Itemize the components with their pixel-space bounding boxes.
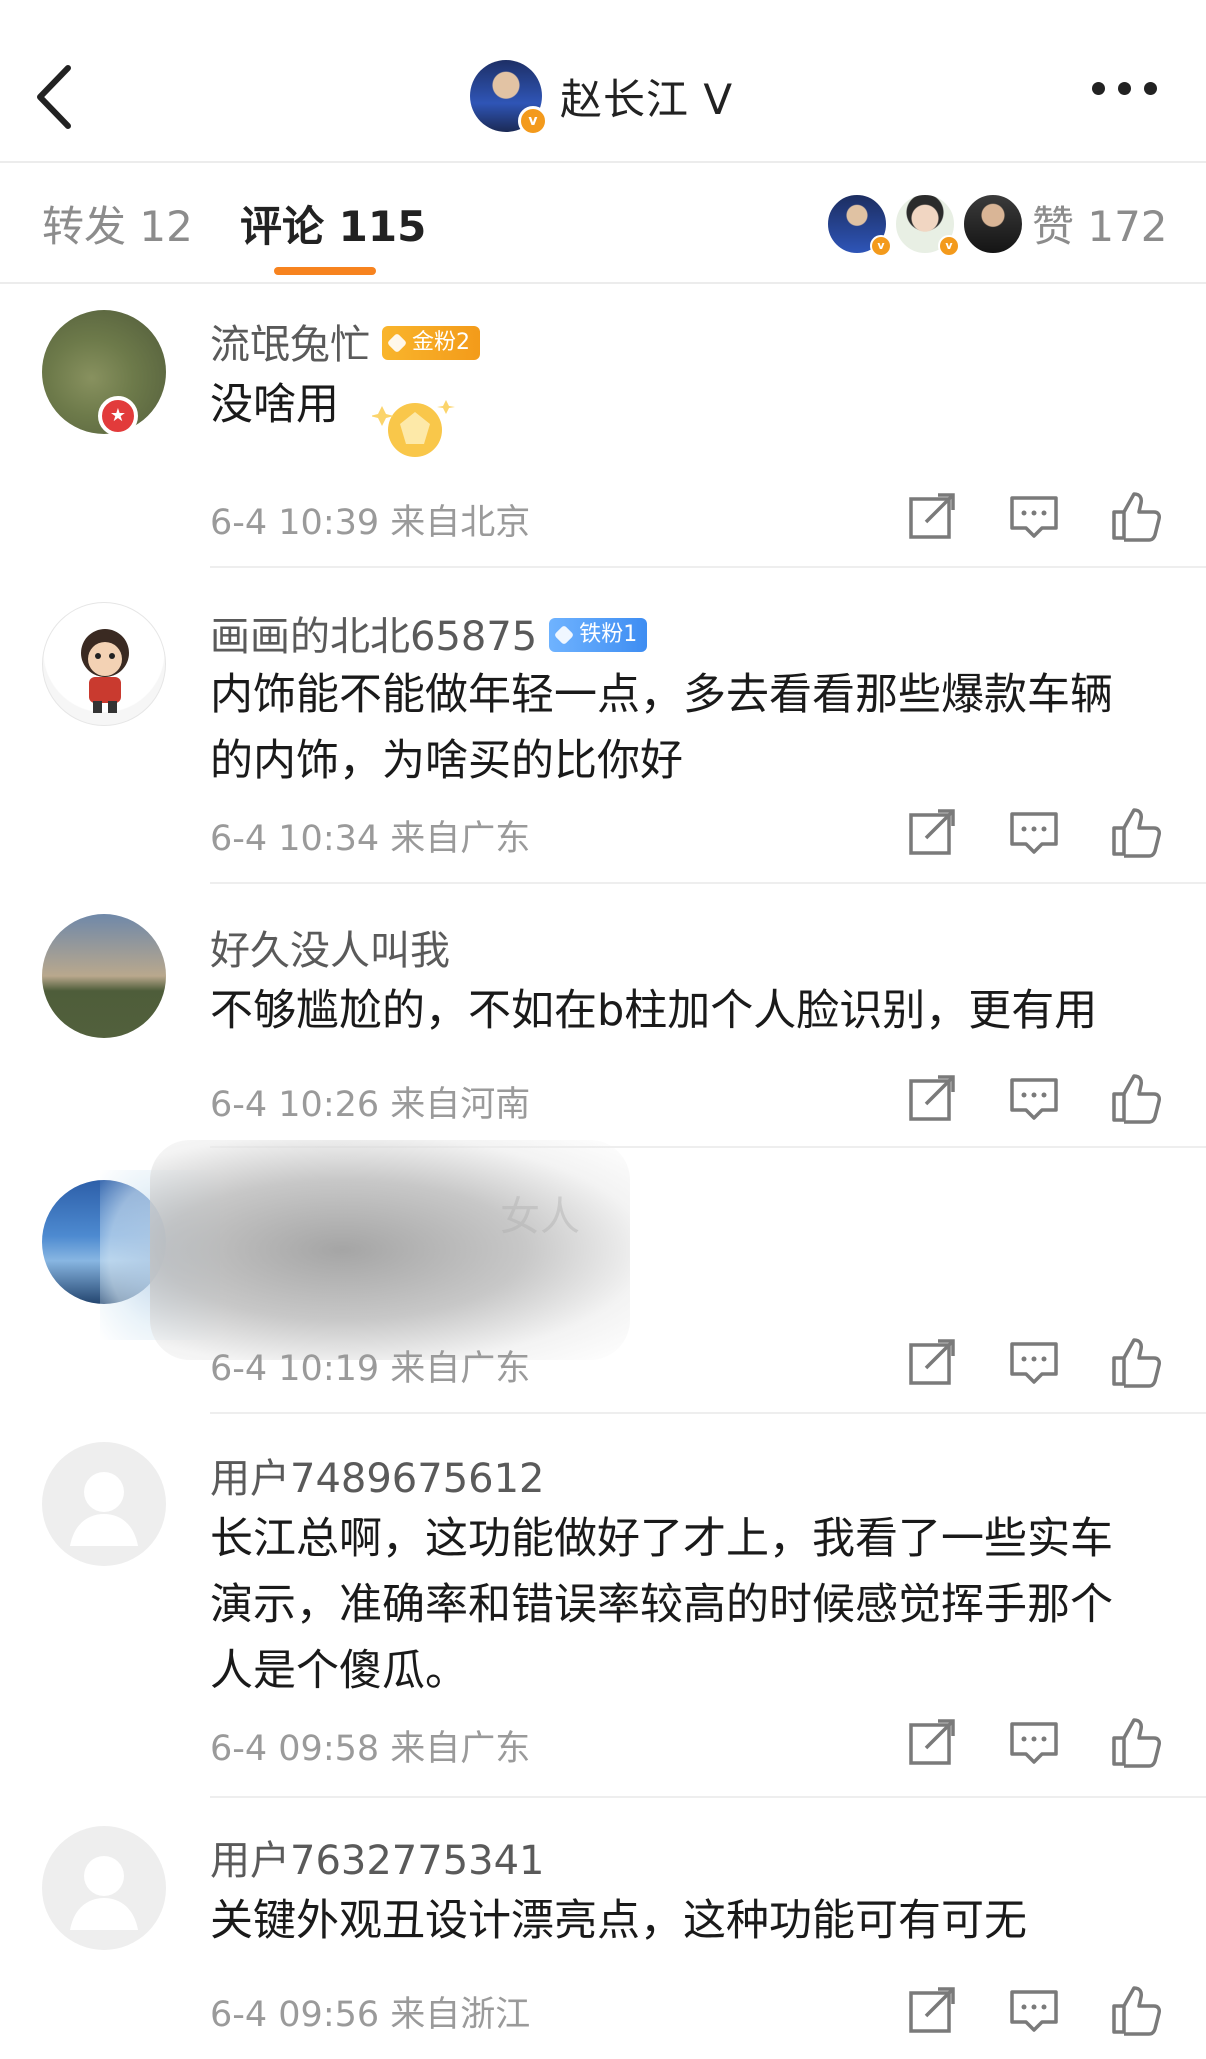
active-tab-indicator: [274, 267, 376, 275]
comment-divider: [210, 566, 1206, 568]
more-dots-icon[interactable]: [1092, 82, 1157, 95]
comment-actions: [906, 1716, 1162, 1768]
comment-text: 关键外观丑设计漂亮点，这种功能可有可无: [210, 1896, 1027, 1946]
comment-username[interactable]: 用户7489675612: [210, 1446, 545, 1504]
default-user-icon: [70, 1856, 138, 1930]
comment-actions: [906, 1336, 1162, 1388]
comment-text: 没啥用: [210, 380, 339, 430]
comment-actions: [906, 490, 1162, 542]
comment-actions: [906, 1984, 1162, 2036]
author-name: 赵长江 V: [560, 74, 734, 124]
liker-avatar[interactable]: [962, 193, 1024, 255]
reply-icon[interactable]: [1008, 490, 1060, 542]
liker-avatars[interactable]: v v: [826, 193, 1030, 257]
avatar[interactable]: [42, 1442, 166, 1566]
comment-text: 长江总啊，这功能做好了才上，我看了一些实车演示，准确率和错误率较高的时候感觉挥手…: [210, 1514, 1113, 1696]
liker-avatar[interactable]: v: [894, 193, 960, 257]
comment-meta: 6-4 09:56 来自浙江: [210, 1995, 531, 2035]
reply-icon[interactable]: [1008, 1984, 1060, 2036]
comment-divider: [210, 882, 1206, 884]
comment-meta: 6-4 10:19 来自广东: [210, 1349, 531, 1389]
verified-mark: V: [703, 74, 734, 124]
top-bar: v 赵长江 V: [0, 0, 1206, 162]
comment-username[interactable]: 画画的北北65875 铁粉1: [210, 604, 648, 662]
share-icon[interactable]: [906, 1716, 958, 1768]
tabs-divider: [0, 282, 1206, 284]
default-user-icon: [70, 1472, 138, 1546]
share-icon[interactable]: [906, 1984, 958, 2036]
comment-meta: 6-4 09:58 来自广东: [210, 1729, 531, 1769]
tab-bar: 转发 12 评论 115 v v 赞 172: [0, 163, 1206, 283]
share-icon[interactable]: [906, 490, 958, 542]
tab-repost[interactable]: 转发 12: [42, 193, 193, 254]
fan-badge: 铁粉1: [549, 618, 648, 652]
reply-icon[interactable]: [1008, 806, 1060, 858]
liker-avatar[interactable]: v: [826, 193, 892, 257]
like-icon[interactable]: [1110, 1072, 1162, 1124]
comment-divider: [210, 1412, 1206, 1414]
avatar[interactable]: [42, 914, 166, 1038]
comment-username[interactable]: 好久没人叫我: [210, 918, 450, 976]
fan-badge: 金粉2: [382, 326, 480, 360]
author-avatar[interactable]: v: [470, 60, 548, 136]
cartoon-character-icon: [81, 629, 129, 713]
avatar[interactable]: [42, 602, 166, 726]
comment-actions: [906, 1072, 1162, 1124]
comment-meta: 6-4 10:34 来自广东: [210, 819, 531, 859]
like-icon[interactable]: [1110, 1336, 1162, 1388]
avatar[interactable]: [42, 1826, 166, 1950]
reply-icon[interactable]: [1008, 1336, 1060, 1388]
like-icon[interactable]: [1110, 490, 1162, 542]
verified-badge-icon: v: [870, 235, 892, 257]
chevron-left-icon[interactable]: [30, 62, 80, 132]
reply-icon[interactable]: [1008, 1072, 1060, 1124]
like-icon[interactable]: [1110, 806, 1162, 858]
comment-actions: [906, 806, 1162, 858]
like-icon[interactable]: [1110, 1984, 1162, 2036]
share-icon[interactable]: [906, 1336, 958, 1388]
comment-username[interactable]: 流氓兔忙 金粉2: [210, 312, 480, 370]
share-icon[interactable]: [906, 1072, 958, 1124]
star-badge-icon: ★: [98, 396, 138, 436]
tab-comments[interactable]: 评论 115: [240, 193, 426, 254]
verified-badge-icon: v: [938, 235, 960, 257]
comment-meta: 6-4 10:39 来自北京: [210, 503, 531, 543]
share-icon[interactable]: [906, 806, 958, 858]
comment-divider: [210, 1796, 1206, 1798]
comment-text: 不够尴尬的，不如在b柱加个人脸识别，更有用: [210, 986, 1098, 1036]
like-icon[interactable]: [1110, 1716, 1162, 1768]
scribble-overlay: [150, 1140, 630, 1360]
verified-badge-icon: v: [518, 106, 548, 136]
gold-medal-sticker-icon: [372, 400, 455, 457]
author-header[interactable]: v 赵长江 V: [470, 58, 734, 136]
comment-meta: 6-4 10:26 来自河南: [210, 1085, 531, 1125]
reply-icon[interactable]: [1008, 1716, 1060, 1768]
tab-likes[interactable]: 赞 172: [1032, 193, 1168, 254]
comment-text: 内饰能不能做年轻一点，多去看看那些爆款车辆的内饰，为啥买的比你好: [210, 670, 1113, 786]
comment-username[interactable]: 用户7632775341: [210, 1828, 545, 1886]
